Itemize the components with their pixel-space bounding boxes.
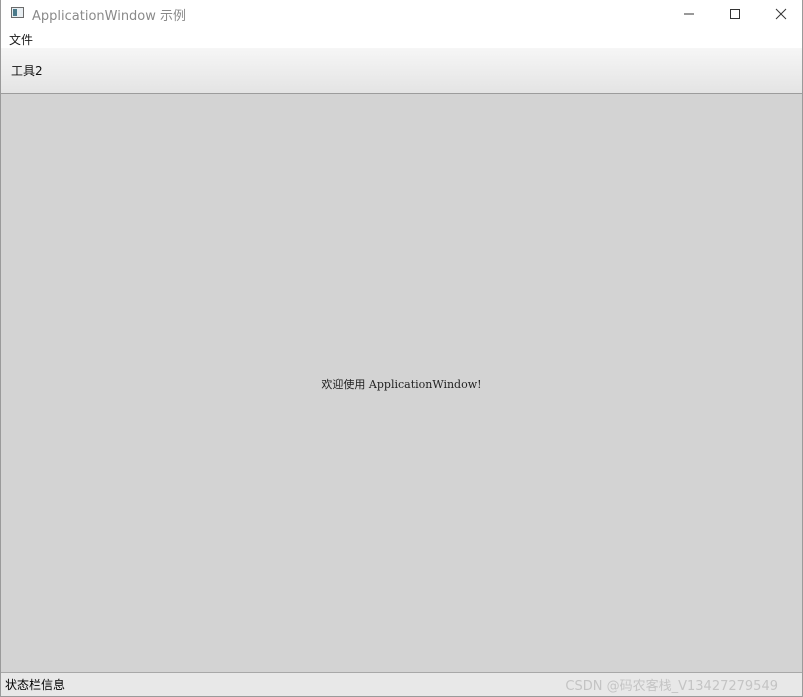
minimize-button[interactable] [666,0,712,28]
app-window-icon [11,7,24,18]
status-message: 状态栏信息 [5,678,66,692]
toolbar: 工具2 [1,48,802,94]
menu-bar: 文件 [1,28,802,48]
maximize-button[interactable] [712,0,758,28]
menu-file[interactable]: 文件 [9,31,33,48]
application-window: ApplicationWindow 示例 文件 工具2 欢迎使用 Applica… [0,0,803,697]
central-area: 欢迎使用 ApplicationWindow! [1,94,802,672]
title-bar[interactable]: ApplicationWindow 示例 [1,0,802,28]
close-icon [775,8,787,20]
maximize-icon [730,9,740,19]
minimize-icon [684,13,694,15]
toolbar-button-tool2[interactable]: 工具2 [11,62,43,79]
window-title: ApplicationWindow 示例 [32,9,187,24]
watermark: CSDN @码农客栈_V13427279549 [565,679,778,694]
close-button[interactable] [758,0,803,28]
status-bar: 状态栏信息 CSDN @码农客栈_V13427279549 [1,672,802,696]
welcome-label: 欢迎使用 ApplicationWindow! [321,378,482,391]
